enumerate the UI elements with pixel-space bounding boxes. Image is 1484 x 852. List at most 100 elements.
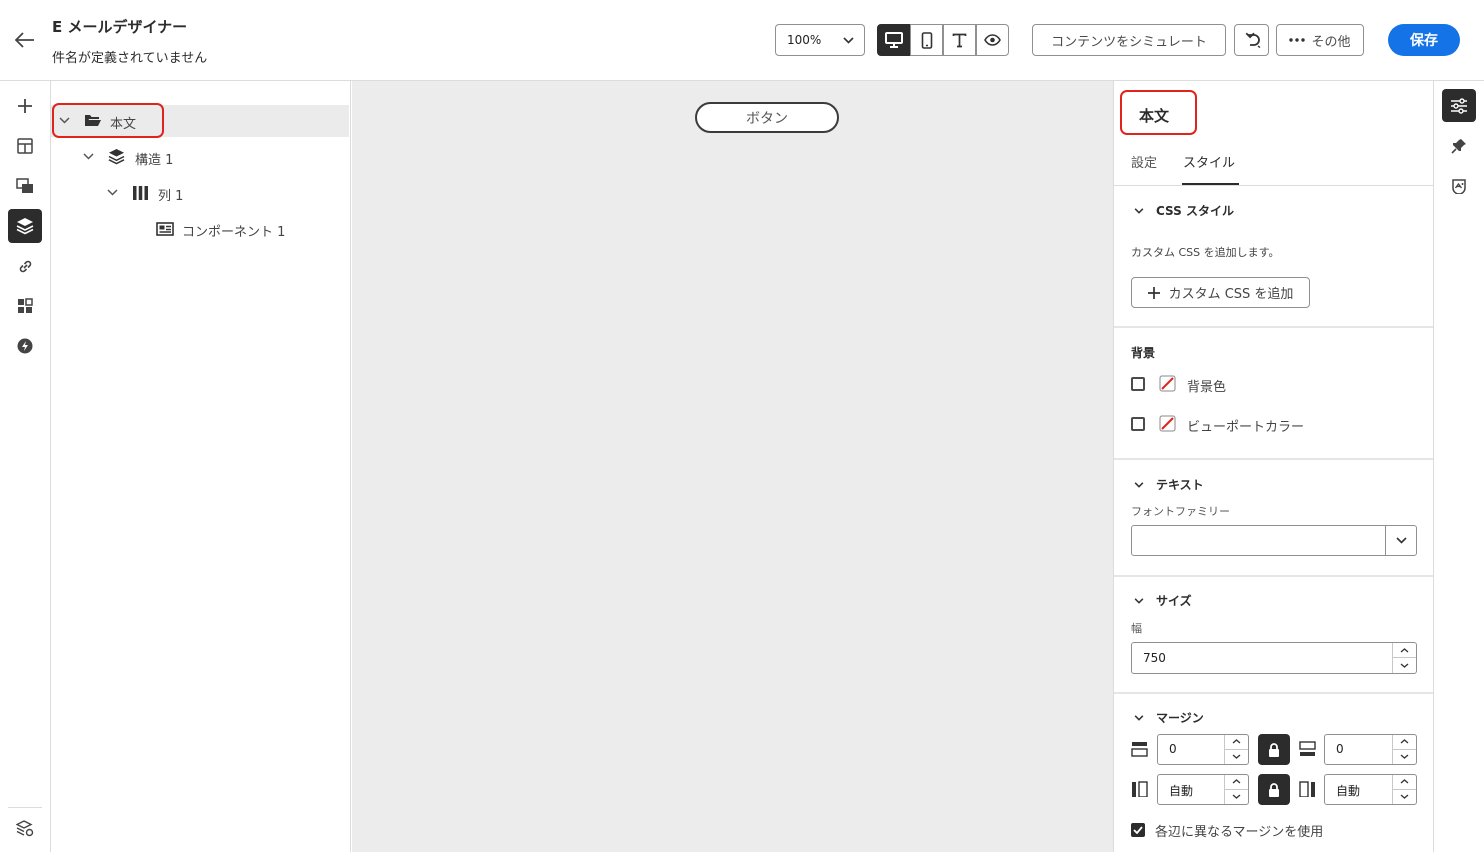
add-icon[interactable] (8, 89, 42, 123)
chevron-up-icon[interactable] (1225, 775, 1248, 790)
margin-bottom-stepper[interactable] (1392, 735, 1416, 764)
viewport-color-checkbox[interactable] (1131, 417, 1145, 431)
assets-icon[interactable] (8, 169, 42, 203)
more-button[interactable]: その他 (1276, 24, 1364, 56)
different-margins-checkbox[interactable] (1131, 823, 1145, 837)
tree-item-column[interactable]: 列 1 (51, 177, 349, 209)
margin-bottom-input[interactable]: 0 (1324, 734, 1417, 765)
bg-color-label: 背景色 (1187, 380, 1227, 395)
add-css-label: カスタム CSS を追加 (1168, 287, 1294, 302)
tabs-divider (1114, 185, 1434, 186)
tree-item-label: 構造 1 (135, 153, 174, 168)
chevron-down-icon[interactable] (1393, 790, 1416, 805)
mobile-icon (921, 31, 933, 49)
margin-right-input[interactable]: 自動 (1324, 774, 1417, 805)
chevron-down-icon (1134, 714, 1144, 721)
margin-left-value: 自動 (1169, 784, 1194, 798)
margin-left-stepper[interactable] (1224, 775, 1248, 804)
layers-icon[interactable] (8, 209, 42, 243)
accessibility-toggle[interactable] (1442, 169, 1476, 202)
tab-settings[interactable]: 設定 (1131, 152, 1157, 171)
navigation-tree: 本文 構造 1 列 1 コンポーネント 1 (51, 81, 351, 852)
section-divider (1114, 575, 1434, 577)
width-input[interactable]: 750 (1131, 642, 1417, 674)
layers-settings-icon[interactable] (8, 811, 42, 845)
save-button[interactable]: 保存 (1388, 24, 1460, 56)
background-title: 背景 (1131, 346, 1156, 360)
lock-horizontal-button[interactable] (1258, 774, 1290, 805)
tree-item-component[interactable]: コンポーネント 1 (51, 213, 349, 245)
chevron-down-icon (1134, 481, 1144, 488)
lock-vertical-button[interactable] (1258, 734, 1290, 765)
component-icon (156, 222, 174, 236)
properties-toggle[interactable] (1442, 89, 1476, 122)
tab-style[interactable]: スタイル (1183, 152, 1235, 171)
canvas-button-component[interactable]: ボタン (695, 102, 839, 133)
mobile-view-button[interactable] (910, 24, 943, 56)
desktop-icon (884, 32, 903, 48)
chevron-down-icon (1134, 597, 1144, 604)
font-family-label: フォントファミリー (1131, 505, 1230, 518)
chevron-down-icon[interactable] (83, 153, 94, 160)
tree-item-label: 列 1 (158, 189, 184, 204)
chevron-down-icon[interactable] (1385, 526, 1416, 555)
link-icon[interactable] (8, 249, 42, 283)
eye-icon (984, 34, 1001, 46)
chevron-up-icon[interactable] (1393, 775, 1416, 790)
font-family-select[interactable] (1131, 525, 1417, 556)
chevron-down-icon[interactable] (1393, 750, 1416, 765)
width-value: 750 (1143, 651, 1166, 665)
undo-button[interactable] (1234, 24, 1269, 56)
left-rail (0, 81, 51, 852)
chevron-down-icon[interactable] (1393, 658, 1416, 673)
text-section-header[interactable]: テキスト (1134, 476, 1204, 493)
css-section-header[interactable]: CSS スタイル (1134, 202, 1234, 219)
tree-item-structure[interactable]: 構造 1 (51, 141, 349, 173)
chevron-down-icon[interactable] (1225, 750, 1248, 765)
lock-icon (1268, 742, 1280, 757)
chevron-down-icon[interactable] (1225, 790, 1248, 805)
add-icon (1147, 286, 1160, 299)
accessibility-check-icon (1451, 178, 1467, 194)
chevron-up-icon[interactable] (1393, 735, 1416, 750)
lock-icon (1268, 782, 1280, 797)
margin-top-input[interactable]: 0 (1157, 734, 1249, 765)
chevron-down-icon (1134, 207, 1144, 214)
preview-button[interactable] (976, 24, 1009, 56)
more-label: その他 (1311, 34, 1351, 50)
margin-bottom-icon (1299, 741, 1316, 757)
chevron-up-icon[interactable] (1225, 735, 1248, 750)
margin-section-header[interactable]: マージン (1134, 709, 1204, 726)
tree-item-label: コンポーネント 1 (182, 225, 286, 240)
structure-icon[interactable] (8, 129, 42, 163)
lightning-icon[interactable] (8, 329, 42, 363)
properties-panel: 本文 設定 スタイル CSS スタイル カスタム CSS を追加します。 カスタ… (1113, 81, 1434, 852)
columns-icon (132, 185, 149, 201)
margin-top-stepper[interactable] (1224, 735, 1248, 764)
email-canvas[interactable]: ボタン (352, 81, 1113, 852)
zoom-select[interactable]: 100% (775, 24, 865, 56)
viewport-color-label: ビューポートカラー (1187, 420, 1305, 435)
more-icon (1289, 38, 1306, 42)
add-custom-css-button[interactable]: カスタム CSS を追加 (1131, 277, 1310, 308)
width-label: 幅 (1131, 622, 1142, 635)
bg-color-checkbox[interactable] (1131, 377, 1145, 391)
margin-left-input[interactable]: 自動 (1157, 774, 1249, 805)
highlight-box (52, 103, 164, 138)
css-description: カスタム CSS を追加します。 (1131, 246, 1280, 259)
section-title: テキスト (1156, 478, 1204, 492)
size-section-header[interactable]: サイズ (1134, 592, 1192, 609)
no-color-swatch-icon[interactable] (1159, 375, 1176, 392)
simulate-content-button[interactable]: コンテンツをシミュレート (1032, 24, 1226, 56)
chevron-down-icon[interactable] (107, 189, 118, 196)
fragments-icon[interactable] (8, 289, 42, 323)
chevron-up-icon[interactable] (1393, 643, 1416, 658)
back-arrow-icon[interactable] (12, 28, 38, 52)
pin-toggle[interactable] (1442, 129, 1476, 162)
text-view-button[interactable] (943, 24, 976, 56)
subject-status: 件名が定義されていません (52, 51, 208, 66)
width-stepper[interactable] (1392, 643, 1416, 673)
desktop-view-button[interactable] (877, 24, 910, 56)
margin-right-stepper[interactable] (1392, 775, 1416, 804)
no-color-swatch-icon[interactable] (1159, 415, 1176, 432)
